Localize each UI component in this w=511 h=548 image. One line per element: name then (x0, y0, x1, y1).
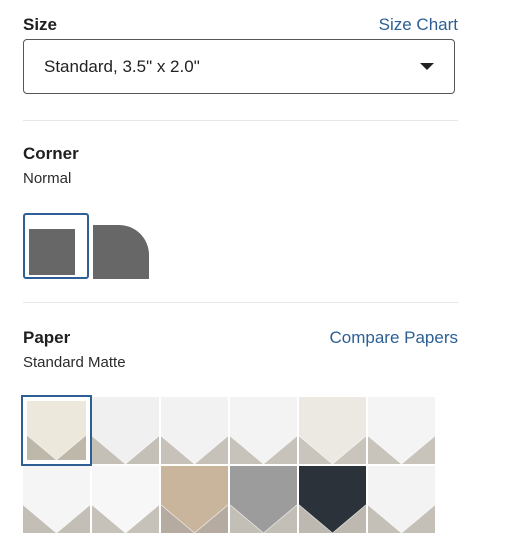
paper-swatch[interactable] (161, 466, 228, 533)
corner-option-rounded[interactable] (91, 213, 157, 279)
size-selected-value: Standard, 3.5" x 2.0" (44, 56, 200, 76)
corner-options (23, 213, 157, 279)
paper-swatch[interactable] (92, 397, 159, 464)
paper-swatch-image (299, 397, 366, 464)
paper-swatch[interactable] (368, 397, 435, 464)
paper-swatch-image (92, 466, 159, 533)
paper-swatch-image (161, 466, 228, 533)
paper-swatch[interactable] (21, 395, 92, 466)
corner-section: Corner Normal (23, 144, 458, 279)
compare-papers-link[interactable]: Compare Papers (329, 328, 458, 348)
size-heading: Size (23, 15, 58, 34)
paper-swatch[interactable] (299, 397, 366, 464)
corner-selected-label: Normal (23, 170, 72, 187)
paper-swatch[interactable] (230, 397, 297, 464)
paper-swatch-image (368, 466, 435, 533)
paper-swatch-image (27, 401, 86, 460)
size-chart-link[interactable]: Size Chart (379, 15, 458, 35)
paper-swatch[interactable] (92, 466, 159, 533)
square-corner-icon (29, 229, 75, 275)
paper-selected-label: Standard Matte (23, 354, 126, 371)
corner-heading: Corner (23, 144, 79, 163)
paper-swatch[interactable] (299, 466, 366, 533)
size-section: Size Size Chart Standard, 3.5" x 2.0" (23, 15, 458, 94)
corner-option-normal[interactable] (23, 213, 89, 279)
rounded-corner-icon (93, 225, 149, 279)
chevron-down-icon (420, 63, 434, 70)
paper-swatch-image (92, 397, 159, 464)
paper-swatch[interactable] (230, 466, 297, 533)
divider (23, 120, 458, 121)
paper-header: Paper Compare Papers (23, 328, 458, 348)
paper-swatch-image (230, 397, 297, 464)
paper-swatch-image (23, 466, 90, 533)
paper-swatch-image (161, 397, 228, 464)
paper-swatch-grid (21, 395, 435, 533)
size-header: Size Size Chart (23, 15, 458, 35)
paper-heading: Paper (23, 328, 71, 347)
size-select[interactable]: Standard, 3.5" x 2.0" (23, 39, 455, 94)
paper-swatch[interactable] (161, 397, 228, 464)
paper-swatch-image (299, 466, 366, 533)
divider (23, 302, 458, 303)
paper-swatch[interactable] (368, 466, 435, 533)
paper-swatch[interactable] (23, 466, 90, 533)
paper-swatch-image (230, 466, 297, 533)
paper-section: Paper Compare Papers Standard Matte (21, 328, 458, 533)
paper-swatch-image (368, 397, 435, 464)
